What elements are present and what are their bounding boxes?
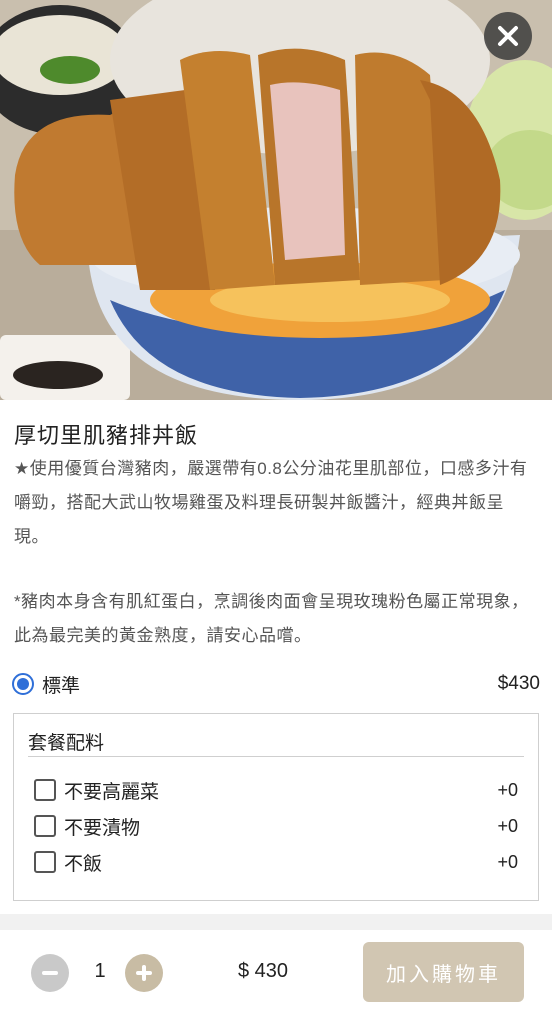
add-to-cart-button[interactable]: 加入購物車 xyxy=(363,942,524,1002)
size-price: $430 xyxy=(497,673,540,694)
option-no-pickles[interactable]: 不要漬物 +0 xyxy=(34,812,518,840)
options-title: 套餐配料 xyxy=(28,733,105,754)
size-radio[interactable] xyxy=(12,673,34,695)
increase-quantity-button[interactable] xyxy=(125,954,163,992)
radio-selected-dot xyxy=(17,678,29,690)
option-label: 不要漬物 xyxy=(64,817,141,839)
option-checkbox[interactable] xyxy=(34,779,56,801)
footer-divider xyxy=(0,914,552,930)
option-label: 不飯 xyxy=(64,853,103,875)
addon-options-box: 套餐配料 不要高麗菜 +0 不要漬物 +0 不飯 +0 xyxy=(13,713,539,901)
close-button[interactable] xyxy=(484,12,532,60)
option-checkbox[interactable] xyxy=(34,815,56,837)
options-divider xyxy=(28,756,524,757)
product-image xyxy=(0,0,552,400)
quantity-value: 1 xyxy=(94,960,106,982)
order-footer: 1 $ 430 加入購物車 xyxy=(0,914,552,1024)
size-label: 標準 xyxy=(42,675,81,697)
option-label: 不要高麗菜 xyxy=(64,781,160,803)
close-icon xyxy=(498,26,518,46)
option-no-cabbage[interactable]: 不要高麗菜 +0 xyxy=(34,776,518,804)
option-price: +0 xyxy=(497,779,518,800)
product-title: 厚切里肌豬排丼飯 xyxy=(14,423,199,448)
option-price: +0 xyxy=(497,815,518,836)
option-no-rice[interactable]: 不飯 +0 xyxy=(34,848,518,876)
option-price: +0 xyxy=(497,851,518,872)
product-description: ★使用優質台灣豬肉，嚴選帶有0.8公分油花里肌部位，口感多汁有嚼勁，搭配大武山牧… xyxy=(14,459,528,546)
plus-icon xyxy=(136,965,152,981)
tonkatsu-bowl-photo xyxy=(0,0,552,400)
decrease-quantity-button[interactable] xyxy=(31,954,69,992)
total-price: $ 430 xyxy=(238,960,289,982)
option-checkbox[interactable] xyxy=(34,851,56,873)
minus-icon xyxy=(42,971,58,975)
size-option-standard[interactable]: 標準 $430 xyxy=(12,670,540,698)
product-note: *豬肉本身含有肌紅蛋白，烹調後肉面會呈現玫瑰粉色屬正常現象，此為最完美的黃金熟度… xyxy=(14,592,529,645)
